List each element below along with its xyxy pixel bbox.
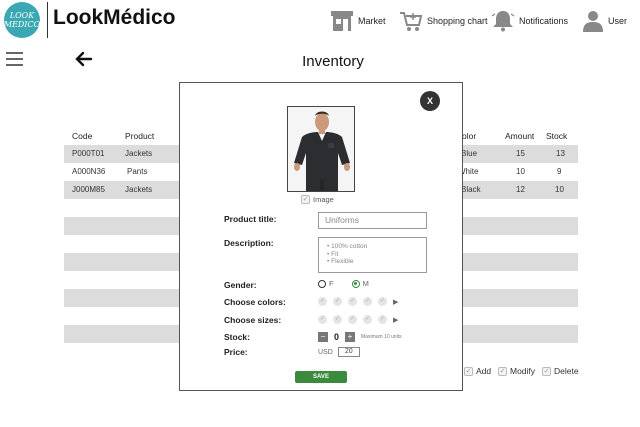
- stock-stepper: − 0 + Maximum 10 units: [318, 332, 402, 342]
- size-swatch[interactable]: ✓: [333, 315, 342, 324]
- color-swatches: ✓ ✓ ✓ ✓ ✓ ▶: [318, 297, 398, 306]
- image-check-icon: ✓: [301, 195, 310, 204]
- description-label: Description:: [224, 238, 274, 248]
- col-product: Product: [125, 131, 155, 141]
- close-icon[interactable]: X: [420, 91, 440, 111]
- price-input[interactable]: 20: [337, 347, 360, 357]
- col-color: olor: [462, 131, 477, 141]
- nav-cart-label: Shopping chart: [427, 16, 488, 26]
- nav-notifications-label: Notifications: [519, 16, 569, 26]
- description-textarea[interactable]: • 100% cotton • Fit • Flexible: [318, 237, 427, 273]
- row-color: Blue: [461, 149, 478, 158]
- user-icon: [583, 11, 603, 32]
- gender-f-label: F: [329, 279, 334, 288]
- gender-options: F M: [318, 279, 369, 288]
- gender-f-radio[interactable]: [318, 279, 326, 288]
- logo[interactable]: LOOK MEDICO: [4, 2, 40, 38]
- product-title-label: Product title:: [224, 214, 277, 224]
- price-label: Price:: [224, 347, 248, 357]
- colors-more-icon[interactable]: ▶: [393, 298, 398, 306]
- choose-sizes-label: Choose sizes:: [224, 315, 282, 325]
- logo-text-top: LOOK: [9, 11, 35, 20]
- modify-check-icon: ✓: [498, 366, 507, 376]
- save-button[interactable]: SAVE: [295, 371, 347, 383]
- product-modal: X ✓ Image Product title: Uniforms Descri…: [179, 82, 463, 391]
- nav-notifications[interactable]: Notifications: [491, 8, 568, 34]
- col-amount: Amount: [505, 131, 535, 141]
- nav-market[interactable]: Market: [330, 8, 386, 34]
- product-image[interactable]: [287, 106, 355, 192]
- gender-m-radio[interactable]: [351, 279, 360, 288]
- nav-market-label: Market: [358, 16, 386, 26]
- row-stock: 9: [557, 167, 562, 176]
- row-color: Black: [461, 185, 481, 194]
- color-swatch[interactable]: ✓: [378, 297, 387, 306]
- row-amount: 15: [516, 149, 525, 158]
- price-field-group: USD 20: [318, 347, 360, 357]
- modify-label: Modify: [510, 366, 536, 376]
- description-line: • Flexible: [327, 258, 354, 265]
- nav-user[interactable]: User: [582, 8, 627, 34]
- row-product: Jackets: [125, 185, 153, 194]
- price-currency: USD: [318, 348, 333, 356]
- modify-button[interactable]: ✓ Modify: [498, 366, 535, 376]
- logo-divider: [47, 2, 48, 38]
- row-code: P000T01: [72, 149, 105, 158]
- nav-shopping-cart[interactable]: Shopping chart: [399, 8, 488, 34]
- col-code: Code: [72, 131, 93, 141]
- choose-colors-label: Choose colors:: [224, 297, 286, 307]
- app-header: LOOK MEDICO LookMédico Market Shopping c…: [0, 0, 640, 42]
- nav-user-label: User: [608, 16, 628, 26]
- product-title-input[interactable]: Uniforms: [318, 212, 427, 229]
- size-swatch[interactable]: ✓: [378, 315, 387, 324]
- row-product: Pants: [127, 167, 148, 176]
- row-stock: 10: [555, 185, 564, 194]
- description-line: • 100% cotton: [327, 243, 368, 250]
- delete-check-icon: ✓: [542, 366, 551, 376]
- size-swatches: ✓ ✓ ✓ ✓ ✓ ▶: [318, 315, 398, 324]
- stock-hint: Maximum 10 units: [361, 334, 402, 340]
- gender-m-label: M: [362, 279, 369, 288]
- page-title: Inventory: [302, 53, 364, 70]
- bell-icon: [491, 11, 515, 32]
- row-product: Jackets: [125, 149, 153, 158]
- add-button[interactable]: ✓ Add: [464, 366, 491, 376]
- size-swatch[interactable]: ✓: [348, 315, 357, 324]
- size-swatch[interactable]: ✓: [363, 315, 372, 324]
- color-swatch[interactable]: ✓: [363, 297, 372, 306]
- row-stock: 13: [556, 149, 565, 158]
- add-check-icon: ✓: [464, 366, 473, 376]
- stock-decrement-button[interactable]: −: [318, 332, 328, 342]
- size-swatch[interactable]: ✓: [318, 315, 327, 324]
- stock-increment-button[interactable]: +: [345, 332, 356, 342]
- color-swatch[interactable]: ✓: [318, 297, 327, 306]
- sizes-more-icon[interactable]: ▶: [393, 316, 398, 324]
- image-caption[interactable]: ✓ Image: [301, 195, 334, 204]
- row-amount: 10: [516, 167, 525, 176]
- stock-value: 0: [334, 332, 340, 342]
- image-caption-label: Image: [313, 195, 334, 204]
- color-swatch[interactable]: ✓: [333, 297, 342, 306]
- color-swatch[interactable]: ✓: [348, 297, 357, 306]
- row-code: A000N36: [72, 167, 106, 176]
- row-amount: 12: [516, 185, 525, 194]
- delete-label: Delete: [554, 366, 579, 376]
- delete-button[interactable]: ✓ Delete: [542, 366, 579, 376]
- col-stock: Stock: [546, 131, 568, 141]
- brand-name: LookMédico: [53, 6, 176, 29]
- gender-label: Gender:: [224, 280, 257, 290]
- description-line: • Fit: [327, 250, 339, 258]
- market-icon: [331, 11, 353, 31]
- add-label: Add: [476, 366, 492, 376]
- row-code: J000M85: [72, 185, 105, 194]
- shopping-cart-icon: [400, 12, 423, 31]
- stock-label: Stock:: [224, 332, 250, 342]
- logo-text-bottom: MEDICO: [3, 20, 41, 29]
